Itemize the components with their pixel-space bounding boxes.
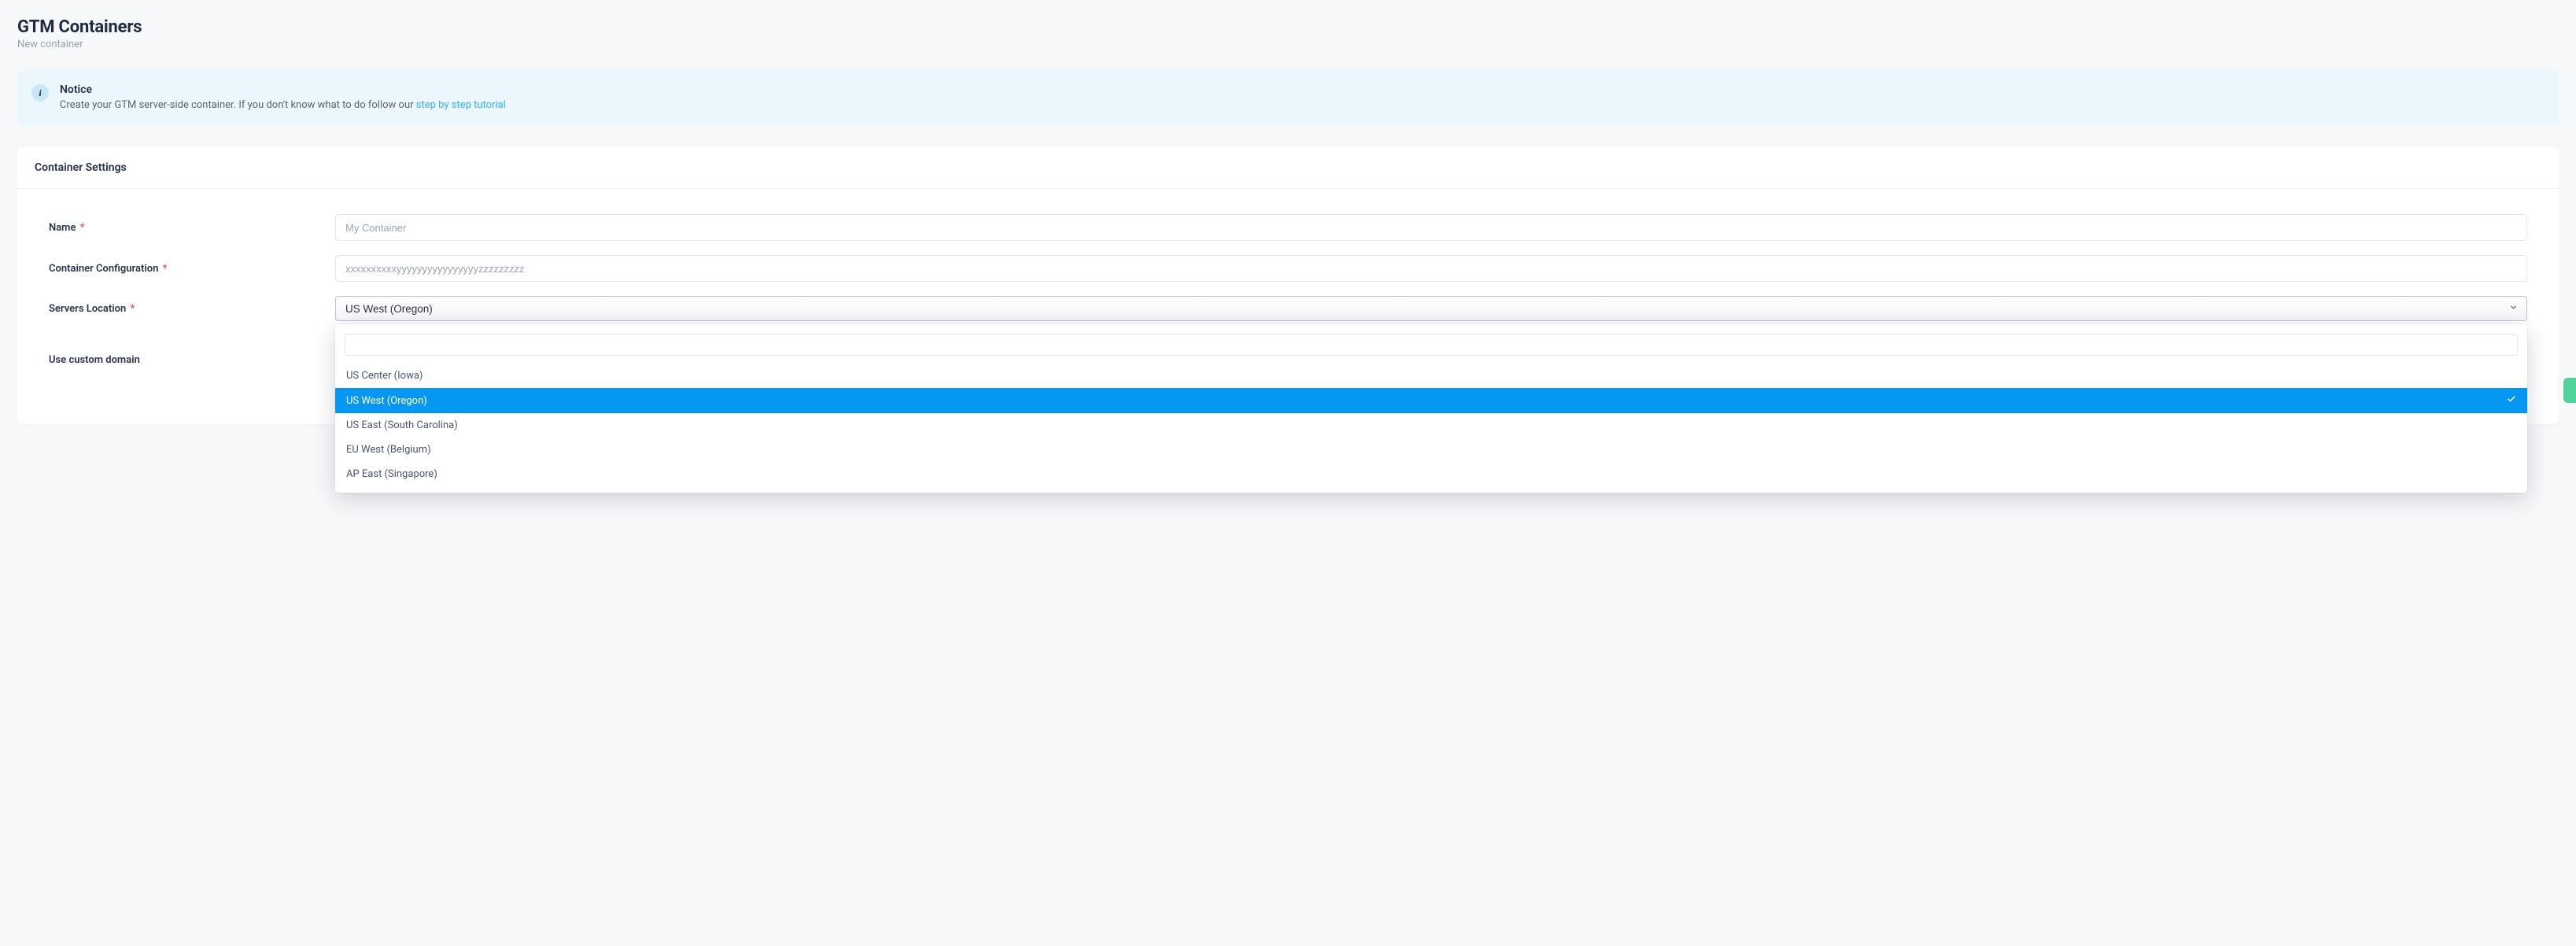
- panel-body: Name * Container Configuration * Ser: [17, 189, 2559, 424]
- name-label: Name *: [49, 222, 335, 234]
- check-icon: [2507, 394, 2516, 407]
- dropdown-option-label: US West (Oregon): [346, 395, 427, 407]
- required-mark: *: [130, 303, 135, 315]
- notice-body-text: Create your GTM server-side container. I…: [60, 99, 416, 111]
- container-config-label: Container Configuration *: [49, 263, 335, 275]
- dropdown-option-label: EU West (Belgium): [346, 444, 431, 456]
- notice-body: Create your GTM server-side container. I…: [60, 99, 506, 111]
- notice-title: Notice: [60, 83, 506, 96]
- required-mark: *: [80, 222, 85, 234]
- dropdown-option[interactable]: AP East (Singapore): [335, 462, 2527, 486]
- info-icon: i: [31, 84, 49, 102]
- page-header: GTM Containers New container: [17, 17, 2559, 50]
- required-mark: *: [163, 263, 168, 275]
- page-title: GTM Containers: [17, 17, 2559, 37]
- servers-location-label: Servers Location *: [49, 303, 335, 315]
- dropdown-option-label: US East (South Carolina): [346, 419, 458, 431]
- servers-location-select-wrapper: US West (Oregon) US Center (Iowa): [335, 296, 2527, 321]
- container-config-input[interactable]: [335, 255, 2527, 282]
- side-tab-button[interactable]: [2563, 378, 2576, 403]
- servers-location-label-text: Servers Location: [49, 303, 126, 315]
- notice-content: Notice Create your GTM server-side conta…: [60, 83, 506, 111]
- servers-location-selected-value: US West (Oregon): [345, 303, 433, 315]
- servers-location-dropdown: US Center (Iowa) US West (Oregon) US Eas…: [335, 324, 2527, 493]
- servers-location-select[interactable]: US West (Oregon): [335, 296, 2527, 321]
- dropdown-search-wrapper: [335, 334, 2527, 364]
- dropdown-option-label: AP East (Singapore): [346, 468, 437, 480]
- dropdown-option-label: US Center (Iowa): [346, 370, 423, 382]
- dropdown-option[interactable]: US East (South Carolina): [335, 413, 2527, 438]
- panel-title: Container Settings: [17, 147, 2559, 189]
- notice-card: i Notice Create your GTM server-side con…: [17, 69, 2559, 125]
- page-subtitle: New container: [17, 39, 2559, 50]
- notice-tutorial-link[interactable]: step by step tutorial: [416, 99, 506, 111]
- custom-domain-label: Use custom domain: [49, 354, 335, 366]
- form-row-servers-location: Servers Location * US West (Oregon): [49, 296, 2527, 321]
- form-row-container-config: Container Configuration *: [49, 255, 2527, 282]
- container-config-label-text: Container Configuration: [49, 263, 158, 275]
- dropdown-search-input[interactable]: [345, 334, 2518, 356]
- form-row-name: Name *: [49, 214, 2527, 241]
- dropdown-option[interactable]: US West (Oregon): [335, 388, 2527, 413]
- name-label-text: Name: [49, 222, 76, 234]
- custom-domain-label-text: Use custom domain: [49, 354, 140, 366]
- dropdown-option[interactable]: US Center (Iowa): [335, 364, 2527, 388]
- container-settings-panel: Container Settings Name * Container Conf…: [17, 147, 2559, 424]
- name-input[interactable]: [335, 214, 2527, 241]
- dropdown-option[interactable]: EU West (Belgium): [335, 438, 2527, 462]
